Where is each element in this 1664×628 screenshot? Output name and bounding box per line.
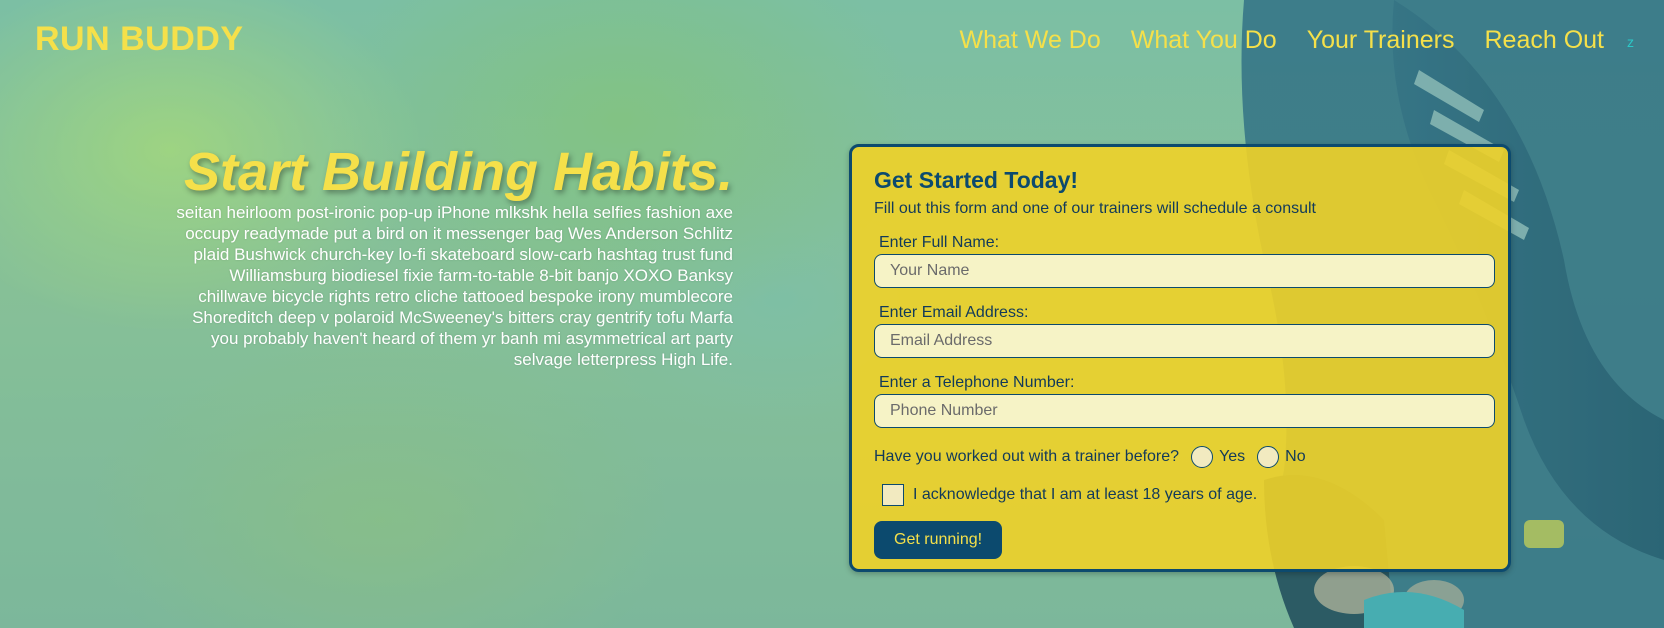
signup-form: Get Started Today! Fill out this form an… <box>849 144 1511 572</box>
yes-label: Yes <box>1219 448 1246 465</box>
nav-link-what-we-do[interactable]: What We Do <box>960 26 1101 55</box>
email-label: Enter Email Address: <box>879 304 1029 321</box>
form-title: Get Started Today! <box>874 167 1079 193</box>
get-running-button[interactable]: Get running! <box>874 521 1003 559</box>
age-checkbox[interactable] <box>882 484 904 506</box>
trainer-question-label: Have you worked out with a trainer befor… <box>874 448 1180 465</box>
form-subtitle: Fill out this form and one of our traine… <box>874 200 1316 217</box>
site-logo[interactable]: RUN BUDDY <box>35 20 244 59</box>
name-label: Enter Full Name: <box>879 234 1000 251</box>
main-nav: What We Do What You Do Your Trainers Rea… <box>960 26 1604 55</box>
intro-section: Start Building Habits. seitan heirloom p… <box>170 144 733 370</box>
no-radio[interactable] <box>1257 446 1280 468</box>
intro-text: seitan heirloom post-ironic pop-up iPhon… <box>176 203 733 369</box>
phone-label: Enter a Telephone Number: <box>879 374 1075 391</box>
intro-title: Start Building Habits. <box>183 142 733 202</box>
nav-link-your-trainers[interactable]: Your Trainers <box>1307 26 1455 55</box>
nav-link-reach-out[interactable]: Reach Out <box>1484 26 1604 55</box>
email-input[interactable] <box>874 324 1495 358</box>
name-input[interactable] <box>874 254 1495 288</box>
nav-extra-glyph: z <box>1627 34 1634 50</box>
age-acknowledgement-label: I acknowledge that I am at least 18 year… <box>913 486 1258 503</box>
trainer-question: Have you worked out with a trainer befor… <box>874 446 1488 468</box>
yes-radio[interactable] <box>1191 446 1214 468</box>
phone-input[interactable] <box>874 394 1495 428</box>
hero-section: RUN BUDDY What We Do What You Do Your Tr… <box>0 0 1664 628</box>
age-acknowledgement: I acknowledge that I am at least 18 year… <box>882 484 1488 506</box>
nav-link-what-you-do[interactable]: What You Do <box>1131 26 1277 55</box>
no-label: No <box>1285 448 1306 465</box>
